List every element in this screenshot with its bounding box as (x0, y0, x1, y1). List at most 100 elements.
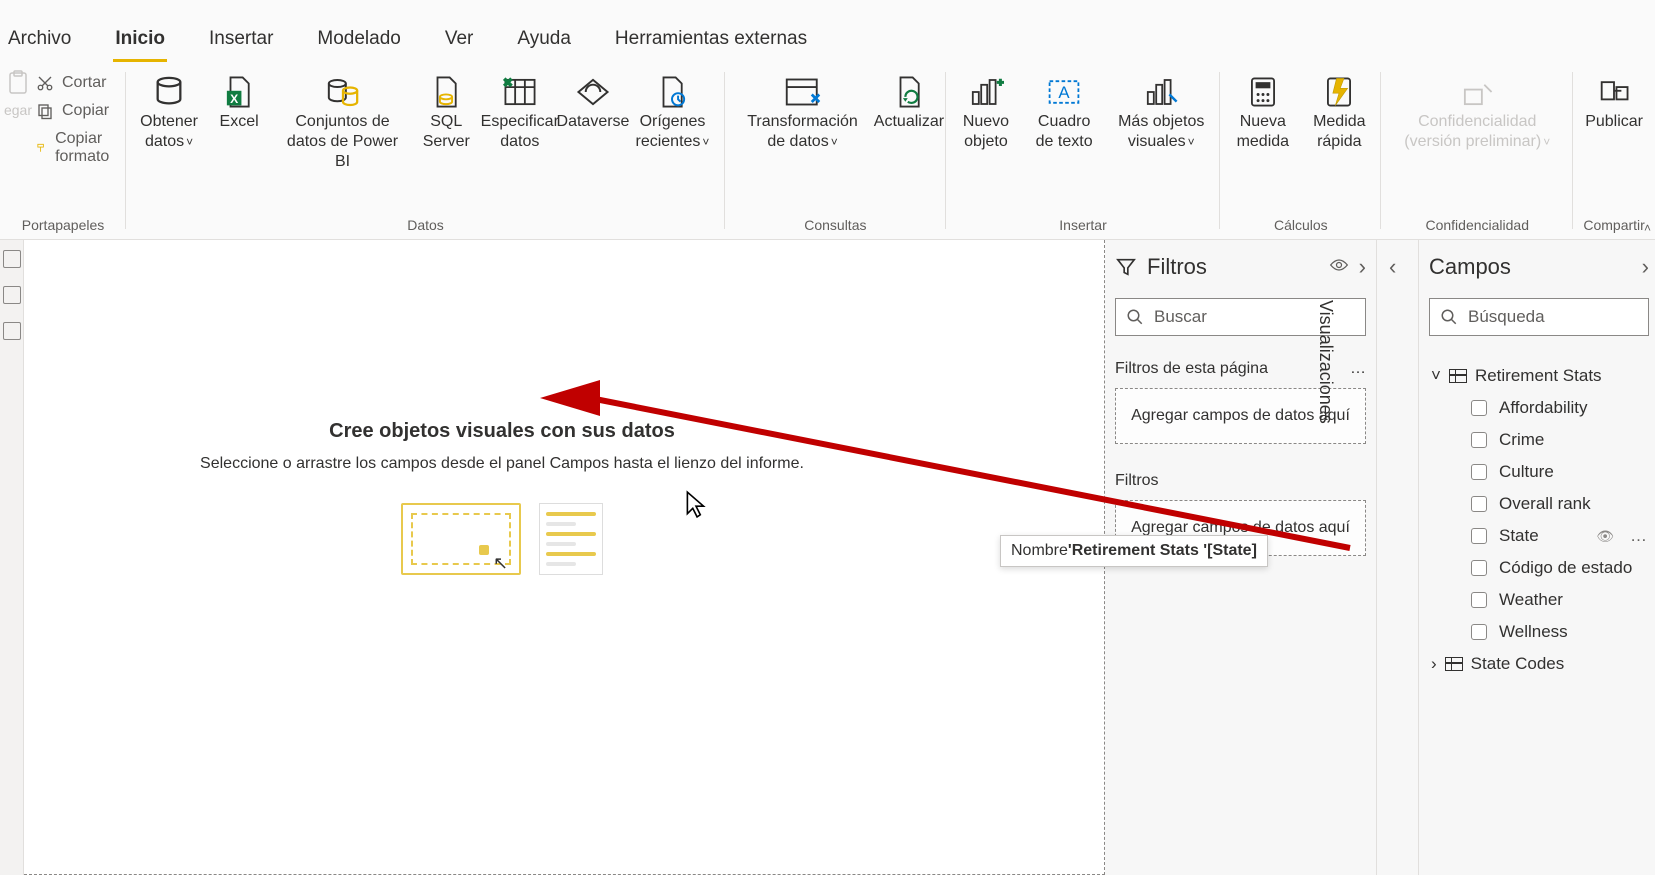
transform-icon (784, 77, 822, 107)
quick-measure-label: Medida rápida (1309, 112, 1369, 152)
field-checkbox[interactable] (1471, 560, 1487, 576)
report-canvas[interactable]: Cree objetos visuales con sus datos Sele… (24, 240, 1105, 875)
textbox-button[interactable]: A Cuadro de texto (1024, 70, 1104, 154)
filters-visibility-toggle[interactable] (1329, 258, 1349, 277)
ribbon-group-calculos: Nueva medida Medida rápida Cálculos (1220, 62, 1381, 239)
excel-label: Excel (220, 112, 259, 132)
quick-measure-icon (1324, 76, 1354, 108)
table-retirement-stats[interactable]: ˅ Retirement Stats (1429, 360, 1649, 392)
field-crime[interactable]: Crime (1429, 424, 1649, 456)
format-painter-button[interactable]: Copiar formato (36, 130, 120, 166)
recent-sources-button[interactable]: Orígenes recientes˅ (626, 70, 719, 154)
field-state[interactable]: State👁… (1429, 520, 1649, 552)
field-tooltip: Nombre'Retirement Stats '[State] (1000, 535, 1268, 567)
tab-archivo[interactable]: Archivo (0, 14, 79, 62)
publish-icon (1598, 77, 1630, 107)
field-label: Wellness (1499, 622, 1568, 642)
group-label-calculos: Cálculos (1274, 217, 1328, 235)
canvas-subtitle: Seleccione o arrastre los campos desde e… (192, 455, 812, 473)
enter-data-label: Especificar datos (481, 112, 559, 152)
refresh-button[interactable]: Actualizar (878, 70, 940, 134)
sql-icon (431, 75, 461, 109)
quick-measure-button[interactable]: Medida rápida (1303, 70, 1375, 154)
filters-collapse-button[interactable] (1359, 254, 1366, 280)
new-measure-button[interactable]: Nueva medida (1226, 70, 1299, 154)
tab-ayuda[interactable]: Ayuda (509, 14, 579, 62)
visualizations-expand-button[interactable] (1389, 254, 1396, 280)
field-checkbox[interactable] (1471, 432, 1487, 448)
recent-icon (657, 75, 687, 109)
tab-ver[interactable]: Ver (437, 14, 482, 62)
table-icon (1445, 657, 1463, 671)
textbox-label: Cuadro de texto (1030, 112, 1098, 152)
calculator-icon (1248, 76, 1278, 108)
collapse-ribbon-button[interactable]: ˄ (1644, 221, 1651, 235)
refresh-label: Actualizar (874, 112, 944, 132)
get-data-button[interactable]: Obtener datos˅ (132, 70, 206, 154)
field-label: Overall rank (1499, 494, 1591, 514)
sql-label: SQL Server (423, 112, 470, 152)
search-icon (1126, 308, 1144, 326)
dataverse-label: Dataverse (557, 112, 630, 132)
field-codigo-de-estado[interactable]: Código de estado (1429, 552, 1649, 584)
svg-text:A: A (1059, 83, 1071, 102)
tab-insertar[interactable]: Insertar (201, 14, 281, 62)
field-overall-rank[interactable]: Overall rank (1429, 488, 1649, 520)
fields-search-placeholder: Búsqueda (1468, 307, 1545, 327)
more-visuals-button[interactable]: Más objetos visuales˅ (1108, 70, 1214, 154)
tab-inicio[interactable]: Inicio (107, 14, 173, 62)
field-weather[interactable]: Weather (1429, 584, 1649, 616)
scissors-icon (36, 74, 54, 92)
field-checkbox[interactable] (1471, 592, 1487, 608)
transform-data-button[interactable]: Transformación de datos˅ (731, 70, 874, 154)
dataverse-icon (576, 77, 610, 107)
visualizations-pane-collapsed: Visualizaciones (1377, 240, 1419, 875)
filters-page-menu[interactable]: … (1350, 360, 1366, 378)
sql-server-button[interactable]: SQL Server (417, 70, 476, 154)
enter-data-button[interactable]: Especificar datos (480, 70, 560, 154)
paste-label: egar (4, 102, 32, 118)
new-visual-label: Nuevo objeto (958, 112, 1014, 152)
table-name: Retirement Stats (1475, 366, 1602, 386)
pbi-datasets-button[interactable]: Conjuntos de datos de Power BI (272, 70, 413, 174)
data-view-button[interactable] (3, 286, 21, 304)
group-label-insertar: Insertar (1059, 217, 1106, 235)
model-view-button[interactable] (3, 322, 21, 340)
new-visual-button[interactable]: Nuevo objeto (952, 70, 1020, 154)
group-label-confidencialidad: Confidencialidad (1425, 217, 1529, 235)
dataverse-button[interactable]: Dataverse (564, 70, 622, 134)
tab-modelado[interactable]: Modelado (309, 14, 408, 62)
field-wellness[interactable]: Wellness (1429, 616, 1649, 648)
svg-text:X: X (230, 92, 238, 106)
fields-pane: Campos Búsqueda ˅ Retirement Stats Affor… (1419, 240, 1655, 875)
tab-herramientas-externas[interactable]: Herramientas externas (607, 14, 815, 62)
field-checkbox[interactable] (1471, 496, 1487, 512)
field-label: Weather (1499, 590, 1563, 610)
ribbon-group-confidencialidad: Confidencialidad (versión preliminar)˅ C… (1381, 62, 1573, 239)
publish-button[interactable]: Publicar (1579, 70, 1649, 134)
chevron-right-icon: › (1431, 654, 1437, 674)
cut-button[interactable]: Cortar (36, 74, 120, 92)
excel-button[interactable]: X Excel (210, 70, 268, 134)
field-menu[interactable]: … (1630, 526, 1647, 546)
fields-collapse-button[interactable] (1642, 254, 1649, 280)
field-checkbox[interactable] (1471, 400, 1487, 416)
field-checkbox[interactable] (1471, 624, 1487, 640)
pbi-datasets-icon (326, 75, 360, 109)
format-painter-icon (36, 139, 47, 157)
eye-icon: 👁 (1596, 528, 1614, 545)
field-affordability[interactable]: Affordability (1429, 392, 1649, 424)
copy-button[interactable]: Copiar (36, 102, 120, 120)
table-state-codes[interactable]: › State Codes (1429, 648, 1649, 680)
report-view-button[interactable] (3, 250, 21, 268)
field-checkbox[interactable] (1471, 464, 1487, 480)
canvas-title: Cree objetos visuales con sus datos (192, 420, 812, 443)
clipboard-icon (7, 70, 29, 96)
database-icon (152, 75, 186, 109)
field-label: Affordability (1499, 398, 1588, 418)
copy-label: Copiar (62, 102, 109, 120)
ribbon-group-portapapeles: egar Cortar Copiar Copiar formato Portap… (0, 62, 126, 239)
field-checkbox[interactable] (1471, 528, 1487, 544)
fields-search[interactable]: Búsqueda (1429, 298, 1649, 336)
field-culture[interactable]: Culture (1429, 456, 1649, 488)
